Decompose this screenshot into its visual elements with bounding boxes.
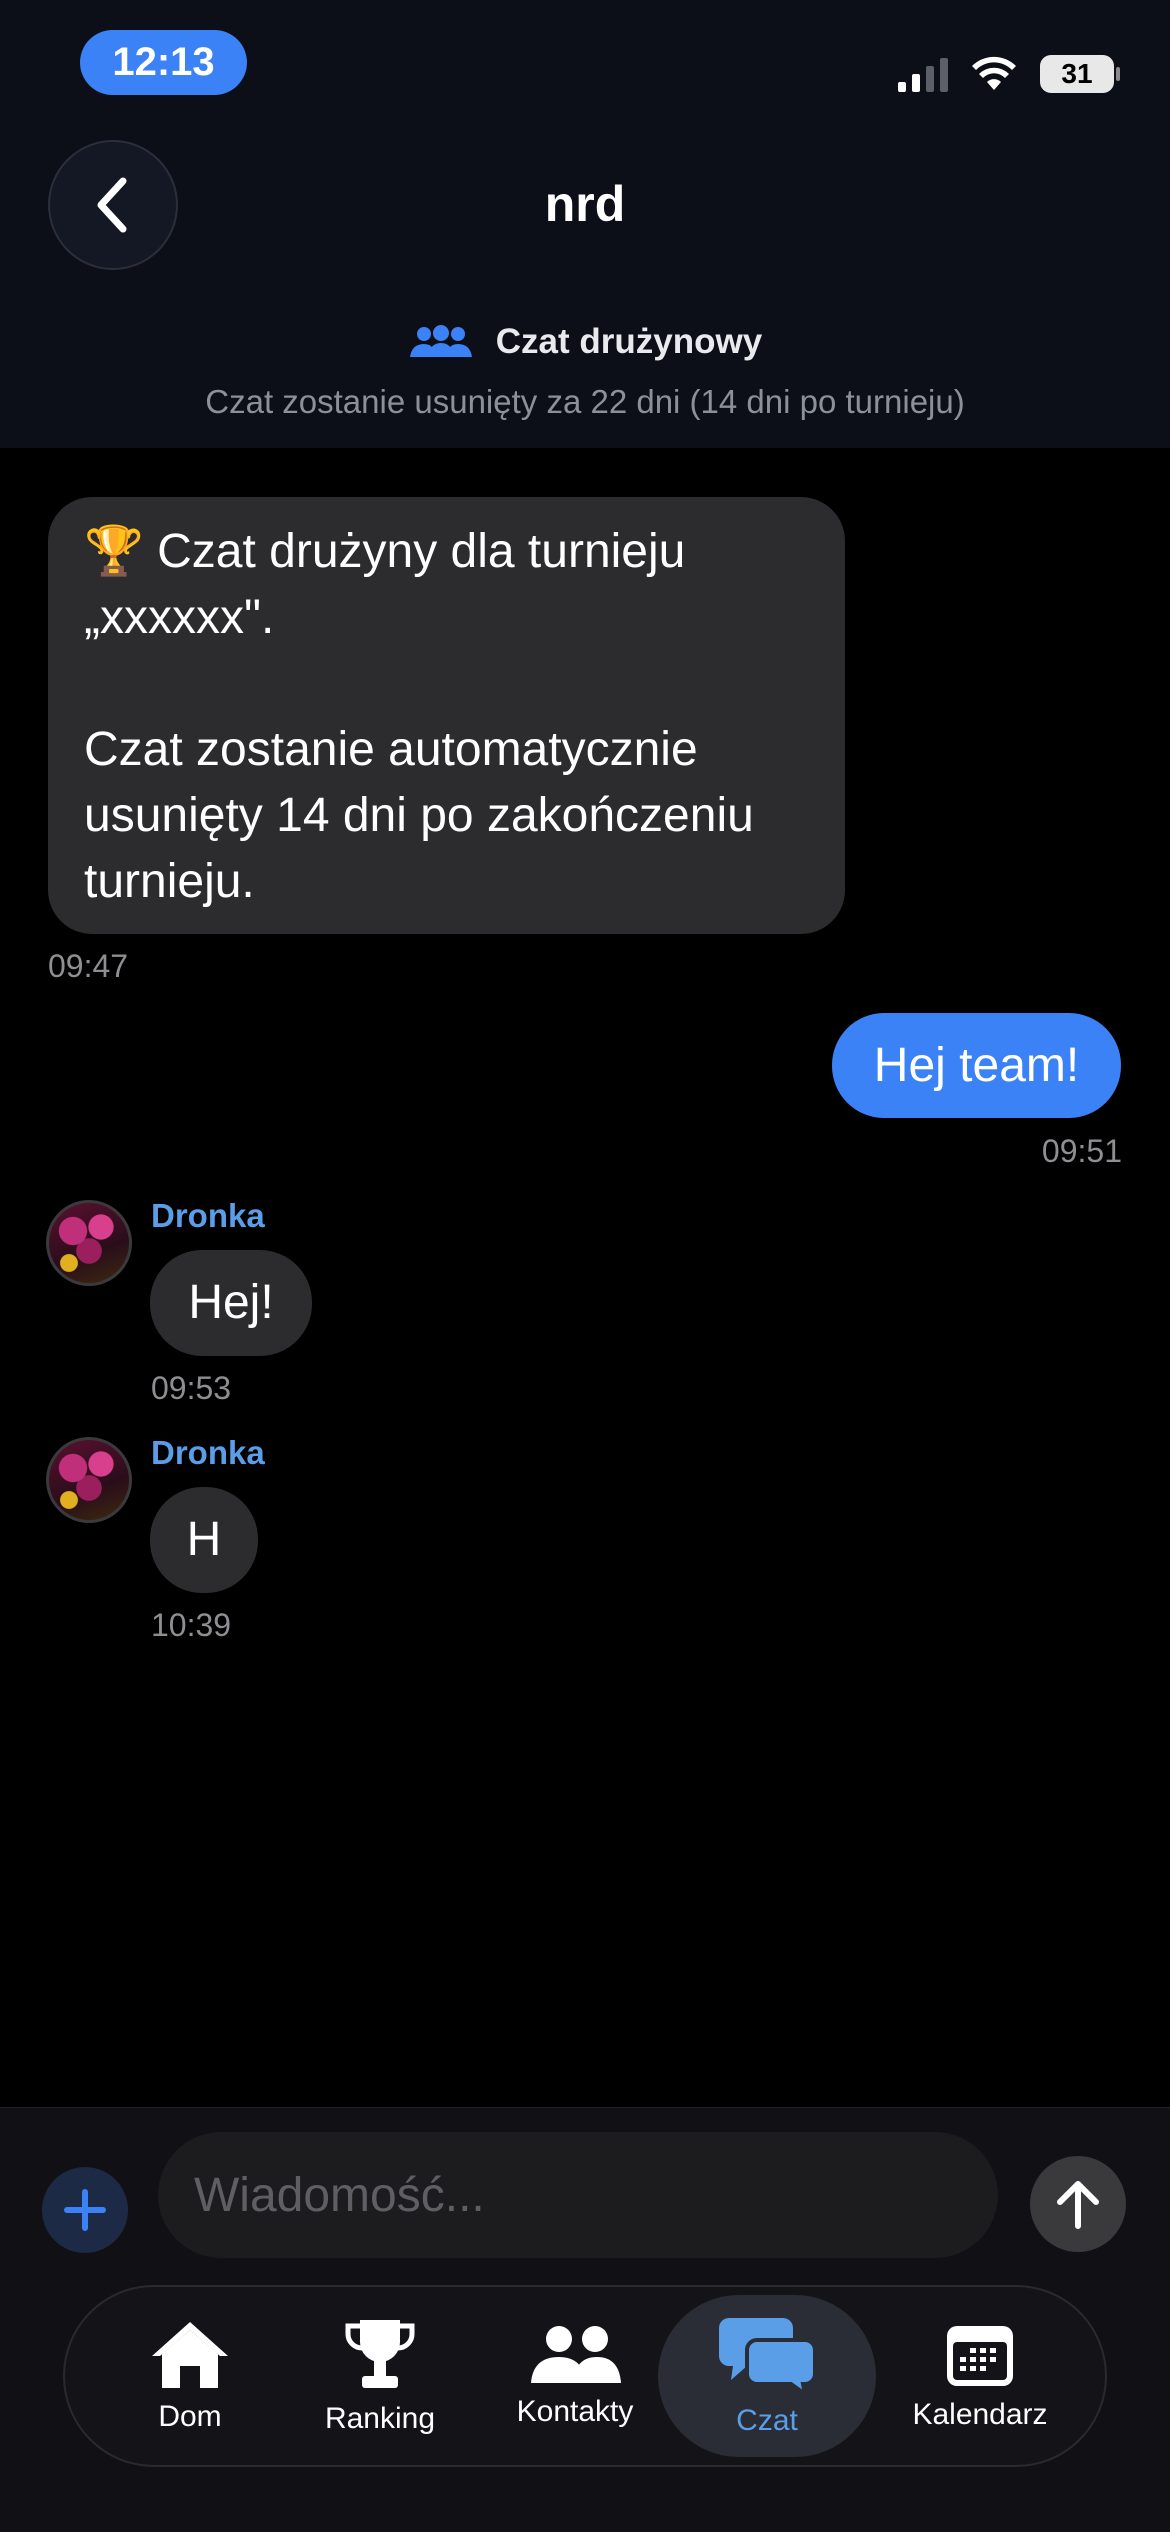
message-timestamp: 09:47 xyxy=(48,948,129,984)
tab-label: Czat xyxy=(736,2404,798,2437)
status-time: 12:13 xyxy=(80,30,247,95)
home-icon xyxy=(152,2322,228,2388)
message-timestamp: 09:53 xyxy=(151,1370,232,1406)
group-icon xyxy=(409,325,472,357)
sender-name: Dronka xyxy=(151,1434,265,1471)
tab-label: Ranking xyxy=(324,2402,436,2435)
message-timestamp: 10:39 xyxy=(151,1607,232,1643)
tab-dom[interactable]: Dom xyxy=(115,2295,265,2457)
status-icons: 31 xyxy=(898,52,1120,96)
calendar-icon xyxy=(947,2326,1013,2386)
system-message-bubble: 🏆 Czat drużyny dla turnieju „xxxxxx". Cz… xyxy=(48,497,845,934)
chat-title: nrd xyxy=(544,176,626,232)
battery-icon: 31 xyxy=(1040,55,1120,93)
deletion-notice: Czat zostanie usunięty za 22 dni (14 dni… xyxy=(205,383,965,420)
incoming-message-bubble: H xyxy=(150,1487,258,1593)
tab-label: Dom xyxy=(158,2400,222,2433)
team-chat-text: Czat drużynowy xyxy=(495,322,763,361)
contacts-icon xyxy=(531,2326,621,2383)
tab-ranking[interactable]: Ranking xyxy=(305,2295,455,2457)
cellular-signal-icon xyxy=(898,56,948,92)
tab-bar: Dom Ranking Kontakty Czat Kalendarz xyxy=(63,2285,1107,2467)
tab-kalendarz[interactable]: Kalendarz xyxy=(895,2295,1065,2457)
team-chat-label: Czat drużynowy xyxy=(0,322,1170,362)
tab-label: Kontakty xyxy=(516,2395,634,2428)
attach-button[interactable] xyxy=(42,2167,128,2253)
message-timestamp: 09:51 xyxy=(1041,1133,1122,1169)
plus-icon xyxy=(64,2189,106,2231)
tab-czat[interactable]: Czat xyxy=(658,2295,876,2457)
avatar[interactable] xyxy=(46,1437,132,1523)
chat-icon xyxy=(719,2318,817,2394)
chat-header: 12:13 31 nrd Czat drużynowy Czat zostani… xyxy=(0,0,1170,448)
send-button[interactable] xyxy=(1030,2156,1126,2252)
outgoing-message-bubble: Hej team! xyxy=(832,1013,1121,1118)
avatar[interactable] xyxy=(46,1200,132,1286)
tab-label: Kalendarz xyxy=(912,2398,1048,2431)
arrow-up-icon xyxy=(1057,2181,1099,2229)
message-input[interactable] xyxy=(158,2132,998,2258)
tab-kontakty[interactable]: Kontakty xyxy=(495,2295,655,2457)
sender-name: Dronka xyxy=(151,1197,265,1234)
wifi-icon xyxy=(972,56,1016,90)
trophy-icon xyxy=(345,2320,415,2388)
incoming-message-bubble: Hej! xyxy=(150,1250,312,1356)
